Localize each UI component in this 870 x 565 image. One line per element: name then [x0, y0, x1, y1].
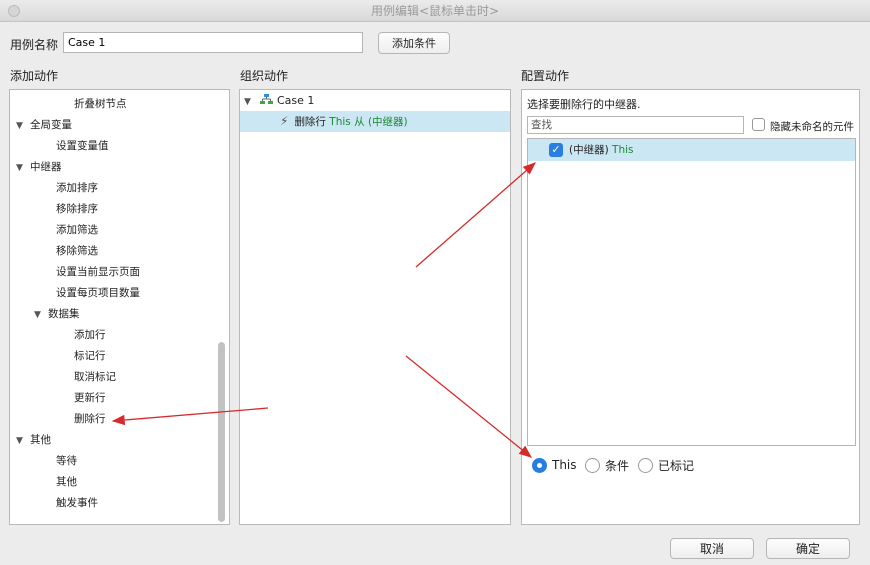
tree-item[interactable]: 添加筛选 — [42, 220, 98, 241]
triangle-down-icon[interactable]: ▼ — [16, 158, 30, 179]
triangle-down-icon[interactable]: ▼ — [16, 116, 30, 137]
tree-item[interactable]: 等待 — [42, 451, 77, 472]
organize-action-section-label: 组织动作 — [240, 69, 289, 83]
hide-unnamed-checkbox[interactable] — [752, 118, 765, 131]
radio-this-label: This — [552, 458, 577, 472]
case-name-label: 用例名称 — [10, 38, 59, 52]
add-action-scrollbar[interactable] — [217, 92, 226, 522]
add-condition-button[interactable]: 添加条件 — [378, 32, 450, 54]
action-target-type: (中继器) — [367, 116, 408, 128]
radio-marked[interactable]: 已标记 — [638, 456, 694, 474]
tree-item[interactable]: 设置每页项目数量 — [42, 283, 140, 304]
tree-item-label: 中继器 — [30, 161, 62, 173]
cancel-button[interactable]: 取消 — [670, 538, 754, 559]
tree-item[interactable]: 取消标记 — [60, 367, 116, 388]
tree-item[interactable]: 折叠树节点 — [60, 94, 127, 115]
triangle-down-icon[interactable]: ▼ — [16, 431, 30, 452]
tree-item-label: 触发事件 — [56, 497, 98, 509]
case-name-input[interactable] — [63, 32, 363, 53]
tree-item-label: 设置当前显示页面 — [56, 266, 140, 278]
radio-this-button[interactable] — [532, 457, 547, 473]
checkmark-icon[interactable]: ✓ — [549, 143, 563, 157]
tree-item[interactable]: 设置当前显示页面 — [42, 262, 140, 283]
tree-item-label: 移除筛选 — [56, 245, 98, 257]
tree-item[interactable]: 其他 — [42, 472, 77, 493]
triangle-down-icon[interactable]: ▼ — [34, 305, 48, 326]
case-label: Case 1 — [277, 94, 315, 107]
tree-item-label: 添加排序 — [56, 182, 98, 194]
tree-item[interactable]: 添加行 — [60, 325, 106, 346]
tree-item-label: 移除排序 — [56, 203, 98, 215]
window-titlebar: 用例编辑<鼠标单击时> — [0, 0, 870, 22]
scrollbar-thumb[interactable] — [218, 342, 225, 522]
radio-condition-label: 条件 — [605, 458, 630, 473]
lightning-icon: ⚡ — [280, 114, 289, 128]
tree-item[interactable]: 移除排序 — [42, 199, 98, 220]
tree-item-label: 等待 — [56, 455, 77, 467]
repeater-search-input[interactable] — [527, 116, 744, 134]
tree-item-label: 添加行 — [74, 329, 106, 341]
ok-button[interactable]: 确定 — [766, 538, 850, 559]
repeater-label: (中继器) This — [569, 139, 634, 161]
tree-item[interactable]: 更新行 — [60, 388, 106, 409]
tree-item-label: 添加筛选 — [56, 224, 98, 236]
action-target: This — [329, 116, 351, 128]
case-flow-icon — [260, 94, 273, 104]
action-from: 从 — [354, 116, 365, 128]
radio-this[interactable]: This — [532, 456, 577, 474]
window-close-button[interactable] — [8, 5, 20, 17]
tree-item-label: 其他 — [56, 476, 77, 488]
tree-item[interactable]: 标记行 — [60, 346, 106, 367]
repeater-list: ✓ (中继器) This — [527, 138, 856, 446]
tree-item[interactable]: 设置变量值 — [42, 136, 109, 157]
tree-item-label: 设置每页项目数量 — [56, 287, 140, 299]
tree-item[interactable]: 触发事件 — [42, 493, 98, 514]
tree-item[interactable]: 删除行 — [60, 409, 106, 430]
tree-item-label: 全局变量 — [30, 119, 72, 131]
radio-condition[interactable]: 条件 — [585, 456, 629, 474]
case-node[interactable]: ▼ Case 1 — [244, 90, 314, 111]
radio-marked-label: 已标记 — [658, 458, 695, 473]
tree-group[interactable]: ▼ 数据集 — [34, 304, 80, 325]
tree-item-label: 折叠树节点 — [74, 98, 127, 110]
configure-action-panel: 选择要删除行的中继器. 隐藏未命名的元件 ✓ (中继器) This This 条… — [521, 89, 860, 525]
tree-item[interactable]: 移除筛选 — [42, 241, 98, 262]
tree-item-label: 更新行 — [74, 392, 106, 404]
add-action-section-label: 添加动作 — [10, 69, 59, 83]
repeater-type: (中继器) — [569, 144, 609, 156]
tree-item-label: 删除行 — [74, 413, 106, 425]
tree-group[interactable]: ▼ 其他 — [16, 430, 51, 451]
triangle-down-icon[interactable]: ▼ — [244, 92, 258, 113]
tree-group[interactable]: ▼ 中继器 — [16, 157, 62, 178]
radio-marked-button[interactable] — [638, 457, 653, 473]
tree-item-label: 数据集 — [48, 308, 80, 320]
organize-action-tree: ▼ Case 1 ⚡ 删除行 This 从 (中继器) — [239, 89, 511, 525]
tree-item-label: 其他 — [30, 434, 51, 446]
configure-action-section-label: 配置动作 — [521, 69, 570, 83]
radio-condition-button[interactable] — [585, 457, 600, 473]
tree-item-label: 标记行 — [74, 350, 106, 362]
action-prefix: 删除行 — [294, 116, 326, 128]
tree-group[interactable]: ▼ 全局变量 — [16, 115, 72, 136]
repeater-row-this[interactable]: ✓ (中继器) This — [528, 139, 855, 161]
add-action-tree: 折叠树节点 ▼ 全局变量 设置变量值 ▼ 中继器 添加排序 移除排序 添加筛选 移除筛选 设置当前显… — [9, 89, 230, 525]
hide-unnamed-label: 隐藏未命名的元件 — [770, 121, 854, 133]
repeater-name: This — [612, 144, 634, 156]
configure-prompt: 选择要删除行的中继器. — [527, 98, 641, 111]
action-delete-row[interactable]: ⚡ 删除行 This 从 (中继器) — [240, 111, 510, 132]
tree-item-label: 取消标记 — [74, 371, 116, 383]
tree-item-label: 设置变量值 — [56, 140, 109, 152]
tree-item[interactable]: 添加排序 — [42, 178, 98, 199]
window-title: 用例编辑<鼠标单击时> — [370, 4, 500, 18]
